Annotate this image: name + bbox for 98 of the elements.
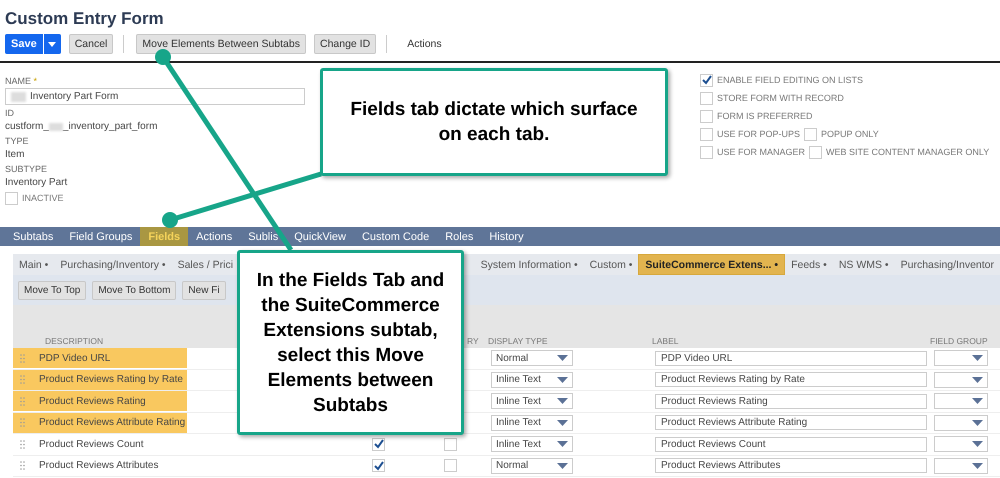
column-header: DESCRIPTION: [44, 336, 104, 346]
page-title: Custom Entry Form: [5, 8, 165, 30]
save-menu-button[interactable]: [44, 34, 61, 54]
table-cell: Product Reviews Count: [39, 438, 144, 450]
table-cell: Product Reviews Rating by Rate: [39, 374, 183, 386]
required-mark: *: [34, 76, 38, 86]
toolbar-button[interactable]: Cancel: [68, 34, 114, 54]
checkbox-label: ENABLE FIELD EDITING ON LISTS: [717, 75, 864, 85]
toolbar-button[interactable]: Move Elements Between Subtabs: [136, 34, 306, 54]
callout-box: Fields tab dictate which surface on each tab.: [320, 68, 668, 176]
save-button[interactable]: Save: [5, 34, 43, 54]
caret-icon: [972, 441, 983, 448]
display-type-select[interactable]: Inline Text: [491, 436, 573, 452]
caret-icon: [972, 398, 983, 404]
field-label: NAME: [5, 76, 32, 86]
tab[interactable]: Field Groups: [61, 227, 140, 246]
table-cell: Product Reviews Attribute Rating: [39, 417, 186, 428]
tab[interactable]: Roles: [437, 227, 482, 246]
checkbox-label: POPUP ONLY: [821, 129, 879, 139]
caret-icon: [557, 462, 568, 469]
drag-handle-icon[interactable]: [20, 396, 25, 406]
redacted-block: [11, 92, 26, 102]
checkbox-label: WEB SITE CONTENT MANAGER ONLY: [826, 147, 990, 157]
display-type-select[interactable]: Normal: [491, 458, 573, 474]
checkbox-label: INACTIVE: [22, 193, 64, 203]
field-value: Item: [5, 149, 24, 160]
label-field[interactable]: Product Reviews Rating by Rate: [655, 372, 927, 388]
caret-icon: [557, 376, 568, 383]
subtab[interactable]: Sales / Prici: [172, 254, 240, 275]
checkbox-label: STORE FORM WITH RECORD: [717, 93, 844, 103]
caret-icon: [557, 355, 568, 362]
toolbar-button[interactable]: Change ID: [314, 34, 376, 54]
tab[interactable]: Subtabs: [5, 227, 62, 246]
field-value: custform_: [5, 121, 49, 132]
caret-icon: [557, 398, 568, 404]
subtab[interactable]: Purchasing/Inventory •: [54, 254, 172, 275]
subtab[interactable]: Custom •: [584, 254, 638, 275]
caret-icon: [972, 376, 983, 383]
list-button[interactable]: Move To Bottom: [92, 280, 176, 300]
column-header: DISPLAY TYPE: [488, 336, 548, 346]
subtab[interactable]: Main •: [13, 254, 54, 275]
field-label: TYPE: [5, 136, 29, 146]
field-group-select[interactable]: [934, 372, 988, 388]
caret-icon: [48, 42, 56, 46]
drag-handle-icon[interactable]: [20, 440, 25, 449]
field-group-select[interactable]: [934, 436, 988, 452]
subtab[interactable]: SuiteCommerce Extens... •: [638, 254, 786, 275]
tab[interactable]: History: [481, 227, 532, 246]
table-cell: Product Reviews Rating: [39, 396, 146, 407]
checkbox-label: USE FOR MANAGER: [717, 147, 806, 157]
label-field[interactable]: Product Reviews Attributes: [655, 458, 927, 474]
field-group-select[interactable]: [934, 350, 988, 366]
list-button[interactable]: Move To Top: [18, 280, 86, 300]
field-group-select[interactable]: [934, 414, 988, 431]
column-header: RY: [466, 336, 479, 346]
display-type-select[interactable]: Inline Text: [491, 414, 573, 431]
caret-icon: [972, 462, 983, 469]
caret-icon: [557, 420, 568, 426]
tab[interactable]: Custom Code: [354, 227, 438, 246]
label-field[interactable]: Product Reviews Attribute Rating: [655, 415, 927, 430]
display-type-select[interactable]: Inline Text: [491, 372, 573, 388]
label-field[interactable]: Product Reviews Rating: [655, 394, 927, 409]
actions-link[interactable]: Actions: [397, 38, 452, 50]
caret-icon: [972, 355, 983, 362]
column-header: FIELD GROUP: [930, 336, 988, 346]
callout-box: In the Fields Tab and the SuiteCommerce Extensions subtab, select this Move Elements between Subtabs: [237, 250, 464, 435]
caret-icon: [557, 441, 568, 448]
drag-handle-icon[interactable]: [20, 461, 25, 470]
label-field[interactable]: Product Reviews Count: [655, 436, 927, 452]
column-header: LABEL: [652, 336, 678, 346]
field-value: _inventory_part_form: [62, 121, 158, 132]
checkbox-label: USE FOR POP-UPS: [717, 129, 800, 139]
tab[interactable]: Actions: [188, 227, 240, 246]
list-button[interactable]: New Fi: [182, 280, 226, 300]
label-field[interactable]: PDP Video URL: [655, 350, 927, 366]
drag-handle-icon[interactable]: [20, 418, 25, 428]
display-type-select[interactable]: Normal: [491, 350, 573, 366]
subtab[interactable]: NS WMS •: [832, 254, 895, 275]
field-group-select[interactable]: [934, 458, 988, 474]
drag-handle-icon[interactable]: [20, 375, 25, 384]
caret-icon: [972, 420, 983, 426]
name-field[interactable]: Inventory Part Form: [5, 88, 305, 105]
table-cell: Product Reviews Attributes: [39, 460, 158, 472]
drag-handle-icon[interactable]: [20, 354, 25, 363]
subtab[interactable]: System Information •: [474, 254, 584, 275]
redacted-block: [48, 122, 63, 130]
field-value: Inventory Part: [5, 177, 68, 188]
field-label: SUBTYPE: [5, 164, 48, 174]
subtab[interactable]: Purchasing/Inventor: [894, 254, 1000, 275]
display-type-select[interactable]: Inline Text: [491, 393, 573, 410]
table-cell: PDP Video URL: [39, 352, 110, 364]
field-label: ID: [5, 108, 14, 118]
tab[interactable]: QuickView: [286, 227, 354, 246]
tab[interactable]: Sublis: [240, 227, 286, 246]
subtab[interactable]: Feeds •: [785, 254, 833, 275]
checkbox-label: FORM IS PREFERRED: [717, 111, 813, 121]
field-group-select[interactable]: [934, 393, 988, 410]
checkbox[interactable]: [700, 74, 713, 86]
